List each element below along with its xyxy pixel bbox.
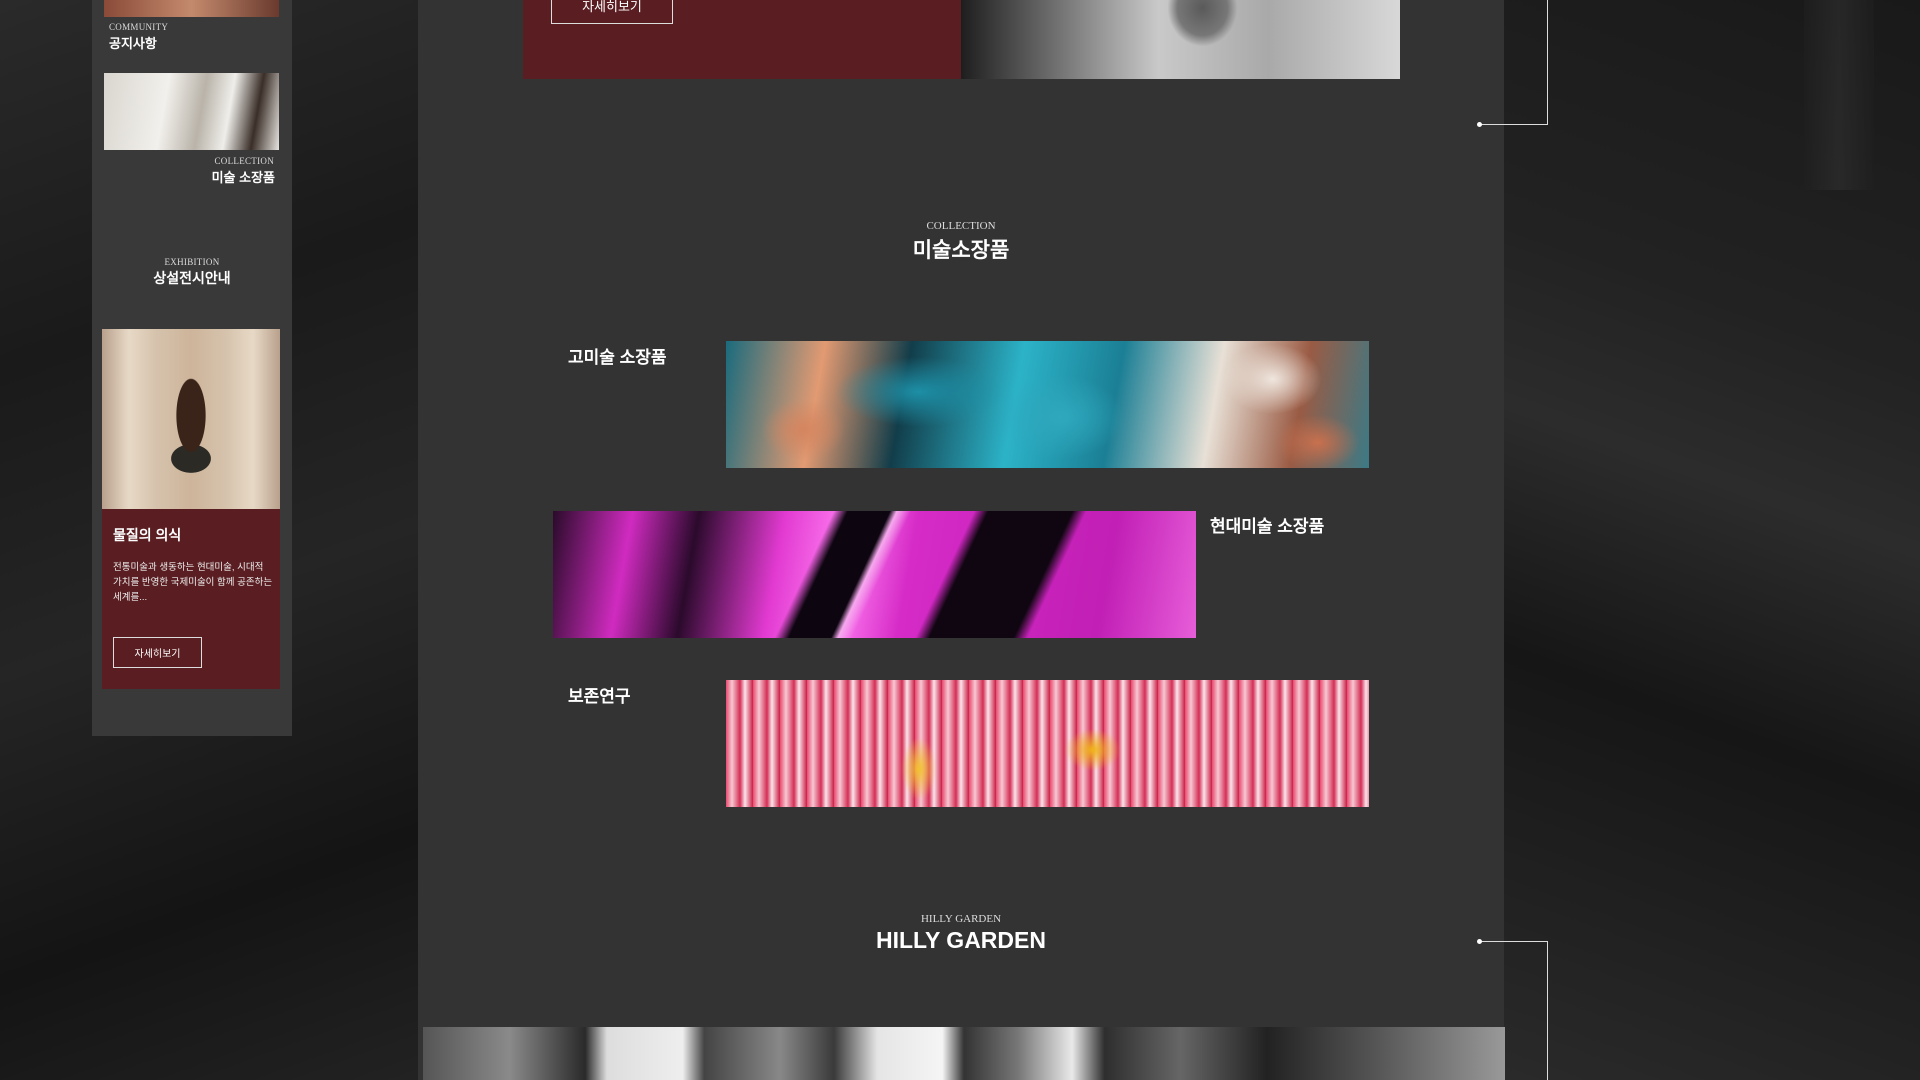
- connector-dot-bottom: [1477, 939, 1482, 944]
- sidebar-item-community-caption: COMMUNITY: [109, 22, 169, 32]
- sidebar: COMMUNITY 공지사항 COLLECTION 미술 소장품 EXHIBIT…: [92, 0, 292, 736]
- sidebar-item-exhibition-caption: EXHIBITION: [164, 257, 220, 267]
- collection-item-image-conservation[interactable]: [726, 680, 1369, 807]
- sidebar-item-collection-caption: COLLECTION: [214, 156, 274, 166]
- sidebar-item-community-title[interactable]: 공지사항: [109, 33, 157, 52]
- sidebar-feature-card: 물질의 의식 전통미술과 생동하는 현대미술, 시대적 가치를 반영한 국제미술…: [102, 509, 280, 689]
- background-pillar: [1804, 0, 1874, 190]
- garden-section-caption: HILLY GARDEN: [920, 913, 1002, 925]
- sidebar-feature-title: 물질의 의식: [113, 527, 182, 543]
- sidebar-item-collection-title[interactable]: 미술 소장품: [212, 167, 275, 186]
- top-banner-more-button[interactable]: 자세히보기: [551, 0, 673, 24]
- sidebar-feature-image[interactable]: [102, 329, 280, 509]
- top-banner-panel: 자세히보기: [523, 0, 961, 79]
- sidebar-feature-more-button[interactable]: 자세히보기: [113, 637, 202, 668]
- connector-dot-top: [1477, 122, 1482, 127]
- garden-photo: [423, 1027, 1505, 1080]
- garden-section-title: HILLY GARDEN: [876, 927, 1046, 953]
- collection-item-label-conservation[interactable]: 보존연구: [568, 682, 631, 707]
- top-banner-image: [961, 0, 1400, 79]
- collection-item-image-ancient[interactable]: [726, 341, 1369, 468]
- sidebar-item-exhibition-title[interactable]: 상설전시안내: [92, 268, 292, 288]
- collection-item-label-modern[interactable]: 현대미술 소장품: [1210, 512, 1324, 537]
- connector-line-top-vertical: [1547, 0, 1548, 125]
- background-right: [1504, 0, 1920, 1080]
- collection-section-title: 미술소장품: [912, 239, 1010, 262]
- collection-item-image-modern[interactable]: [553, 511, 1196, 638]
- sidebar-thumbnail-community[interactable]: [104, 0, 279, 17]
- connector-line-top-horizontal: [1480, 124, 1548, 125]
- connector-line-bottom-horizontal: [1480, 941, 1548, 942]
- sidebar-thumbnail-collection[interactable]: [104, 73, 279, 150]
- sidebar-feature-description: 전통미술과 생동하는 현대미술, 시대적 가치를 반영한 국제미술이 함께 공존…: [113, 562, 273, 603]
- collection-item-label-ancient[interactable]: 고미술 소장품: [568, 343, 667, 368]
- connector-line-bottom-vertical: [1547, 941, 1548, 1080]
- collection-section-caption: COLLECTION: [926, 220, 996, 232]
